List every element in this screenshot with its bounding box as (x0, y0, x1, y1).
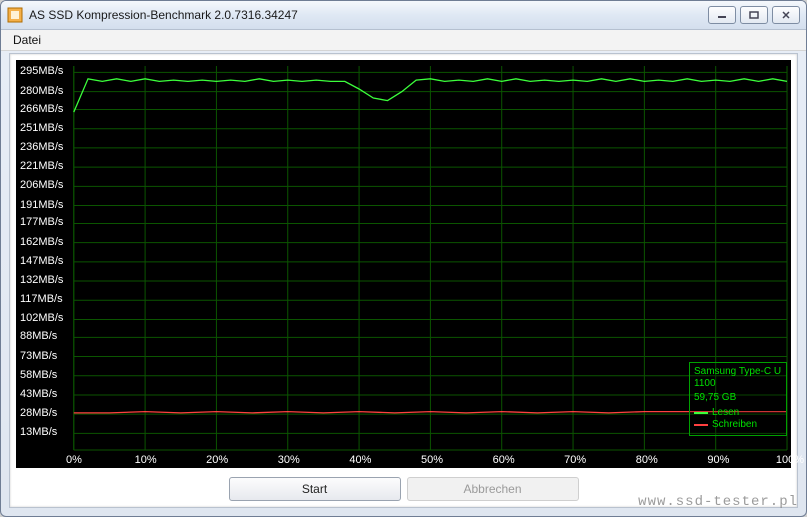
cancel-button: Abbrechen (407, 477, 579, 501)
x-tick-label: 100% (776, 454, 804, 466)
y-tick-label: 58MB/s (20, 369, 57, 381)
y-tick-label: 177MB/s (20, 216, 63, 228)
legend-write-label: Schreiben (712, 419, 757, 431)
y-tick-label: 162MB/s (20, 236, 63, 248)
minimize-button[interactable] (708, 6, 736, 24)
y-tick-label: 191MB/s (20, 199, 63, 211)
y-tick-label: 102MB/s (20, 312, 63, 324)
y-tick-label: 132MB/s (20, 274, 63, 286)
x-tick-label: 20% (206, 454, 228, 466)
x-tick-label: 90% (707, 454, 729, 466)
y-tick-label: 147MB/s (20, 255, 63, 267)
y-tick-label: 73MB/s (20, 350, 57, 362)
maximize-button[interactable] (740, 6, 768, 24)
menu-bar: Datei (1, 30, 806, 51)
y-tick-label: 117MB/s (20, 293, 63, 305)
y-tick-label: 236MB/s (20, 141, 63, 153)
legend-swatch-read (694, 412, 708, 414)
x-tick-label: 40% (349, 454, 371, 466)
y-tick-label: 295MB/s (20, 65, 63, 77)
y-tick-label: 251MB/s (20, 122, 63, 134)
window-buttons (708, 6, 800, 24)
y-tick-label: 13MB/s (20, 426, 57, 438)
legend-swatch-write (694, 424, 708, 426)
x-tick-label: 50% (421, 454, 443, 466)
y-tick-label: 206MB/s (20, 179, 63, 191)
x-tick-label: 70% (564, 454, 586, 466)
client-area: 13MB/s 28MB/s 43MB/s 58MB/s 73MB/s 88MB/s 102M… (9, 53, 798, 508)
x-tick-label: 30% (278, 454, 300, 466)
legend-device: Samsung Type-C U (694, 366, 782, 378)
chart: 13MB/s 28MB/s 43MB/s 58MB/s 73MB/s 88MB/s 102M… (16, 60, 791, 468)
x-tick-label: 80% (636, 454, 658, 466)
y-tick-label: 266MB/s (20, 103, 63, 115)
start-button[interactable]: Start (229, 477, 401, 501)
y-tick-label: 28MB/s (20, 407, 57, 419)
x-tick-label: 0% (66, 454, 82, 466)
legend-read-label: Lesen (712, 407, 739, 419)
x-tick-label: 10% (135, 454, 157, 466)
menu-file[interactable]: Datei (5, 31, 49, 49)
title-bar: AS SSD Kompression-Benchmark 2.0.7316.34… (1, 1, 806, 30)
close-button[interactable] (772, 6, 800, 24)
app-icon (7, 7, 23, 23)
y-tick-label: 88MB/s (20, 330, 57, 342)
y-tick-label: 221MB/s (20, 160, 63, 172)
legend-model-suffix: 1100 (694, 378, 782, 390)
legend-capacity: 59,75 GB (694, 392, 782, 404)
app-window: AS SSD Kompression-Benchmark 2.0.7316.34… (0, 0, 807, 517)
window-title: AS SSD Kompression-Benchmark 2.0.7316.34… (29, 8, 708, 22)
button-row: Start Abbrechen (10, 475, 797, 503)
y-tick-label: 43MB/s (20, 388, 57, 400)
x-tick-label: 60% (493, 454, 515, 466)
legend: Samsung Type-C U 1100 59,75 GB Lesen Sch… (689, 362, 787, 436)
y-tick-label: 280MB/s (20, 85, 63, 97)
